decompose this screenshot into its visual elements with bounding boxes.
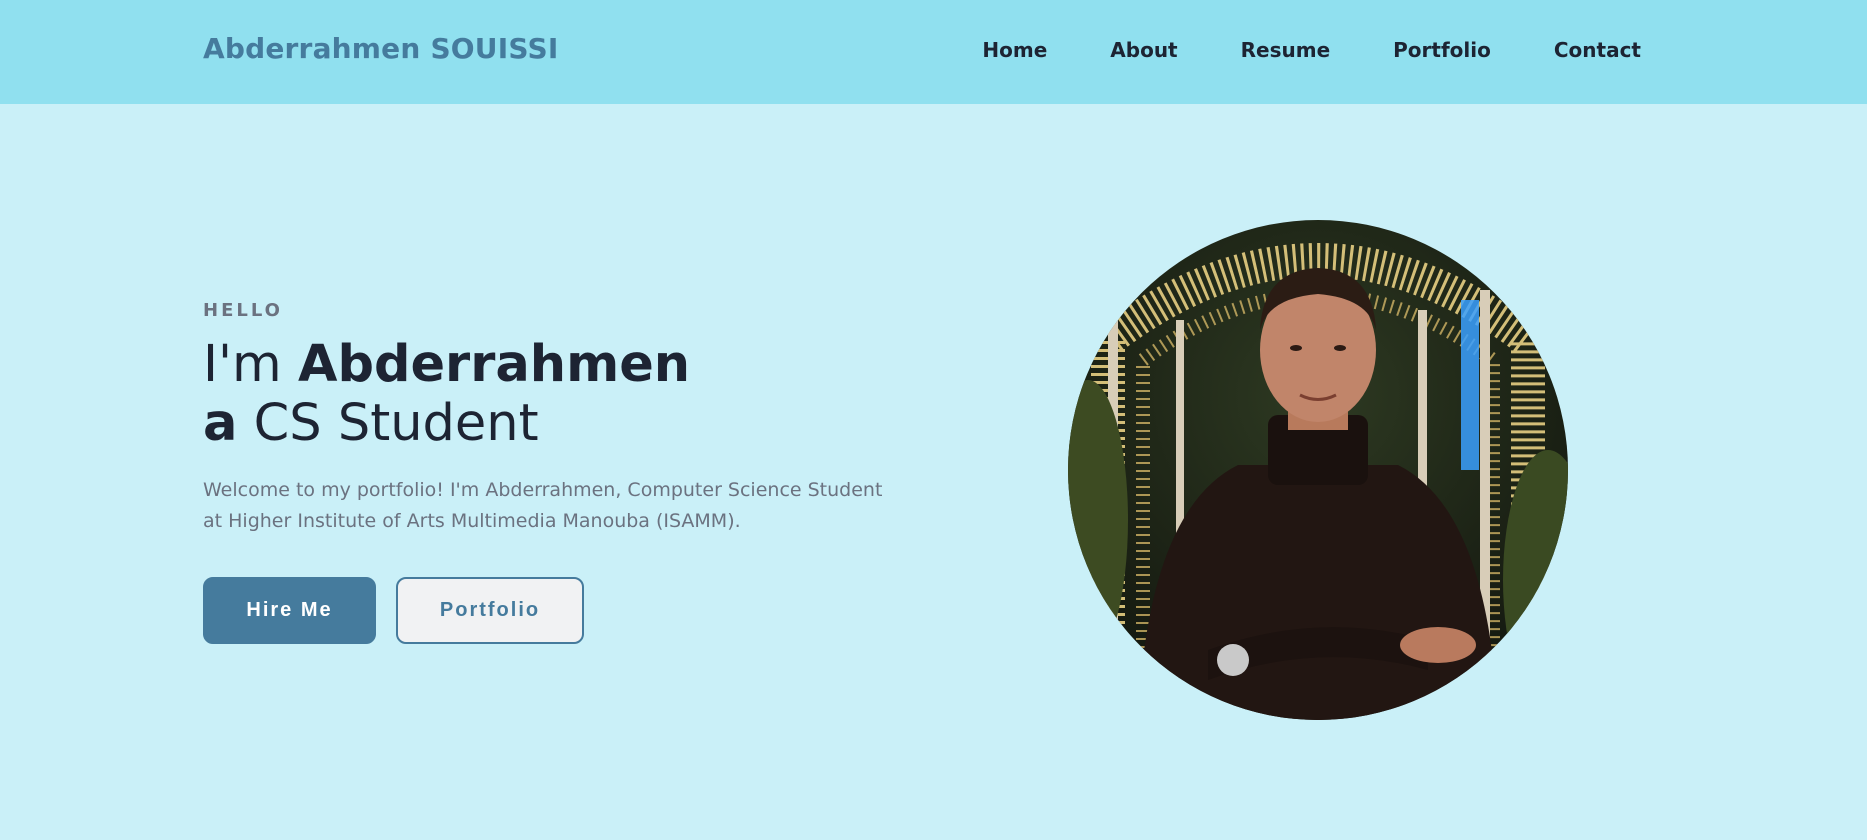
portfolio-button[interactable]: Portfolio bbox=[396, 577, 584, 644]
headline-article: a bbox=[203, 394, 238, 453]
nav-link-about[interactable]: About bbox=[1110, 38, 1177, 62]
nav-link-home[interactable]: Home bbox=[982, 38, 1047, 62]
nav-link-resume[interactable]: Resume bbox=[1241, 38, 1331, 62]
hero-headline: I'm Abderrahmen a CS Student bbox=[203, 335, 903, 453]
site-brand[interactable]: Abderrahmen SOUISSI bbox=[203, 32, 558, 65]
profile-photo bbox=[1068, 220, 1568, 720]
nav-menu: Home About Resume Portfolio Contact bbox=[982, 38, 1641, 62]
navbar: Abderrahmen SOUISSI Home About Resume Po… bbox=[0, 0, 1867, 104]
portrait-illustration bbox=[1068, 243, 1568, 720]
hire-me-button[interactable]: Hire Me bbox=[203, 577, 376, 644]
headline-prefix: I'm bbox=[203, 335, 282, 394]
hero-greeting: HELLO bbox=[203, 300, 283, 321]
headline-role: CS Student bbox=[253, 394, 539, 453]
hero-intro: Welcome to my portfolio! I'm Abderrahmen… bbox=[203, 479, 883, 532]
hero-section: HELLO I'm Abderrahmen a CS Student Welco… bbox=[203, 300, 903, 537]
headline-name: Abderrahmen bbox=[297, 335, 691, 394]
hero-buttons: Hire Me Portfolio bbox=[203, 577, 584, 644]
nav-link-portfolio[interactable]: Portfolio bbox=[1393, 38, 1491, 62]
nav-link-contact[interactable]: Contact bbox=[1554, 38, 1641, 62]
